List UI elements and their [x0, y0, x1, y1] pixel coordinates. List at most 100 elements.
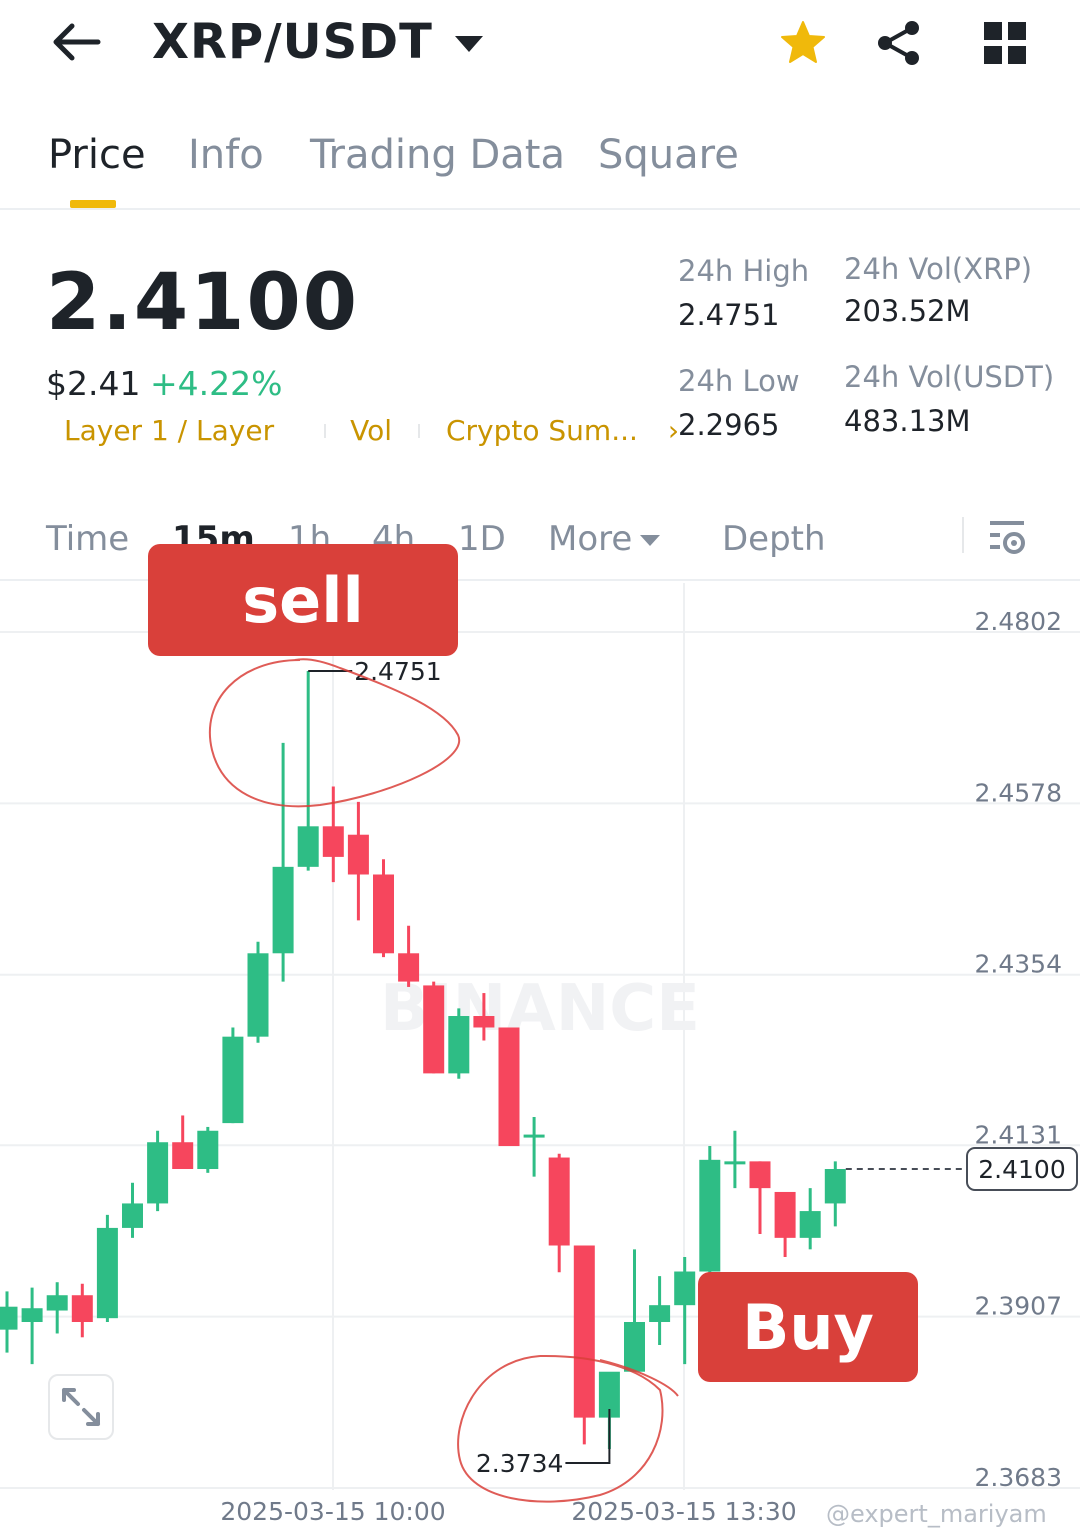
candle [122, 1182, 143, 1238]
star-icon[interactable] [778, 18, 828, 68]
candlestick-chart[interactable]: BINANCE2.48022.45782.43542.41312.39072.3… [0, 583, 1080, 1536]
y-tick-label: 2.4131 [975, 1120, 1062, 1149]
caret-down-icon [454, 36, 483, 52]
depth-tab[interactable]: Depth [722, 519, 826, 559]
candle [347, 801, 369, 921]
candle [147, 1130, 169, 1212]
candle-body [322, 826, 344, 857]
y-tick-label: 2.4354 [975, 950, 1062, 979]
interval-divider [962, 517, 964, 553]
candle-body [473, 1016, 495, 1028]
tab-square[interactable]: Square [598, 132, 739, 178]
low-marker-label: 2.3734 [476, 1449, 563, 1478]
price-change: +4.22% [150, 364, 283, 403]
top-bar: XRP/USDT [0, 0, 1080, 90]
more-caret-icon [640, 535, 660, 546]
tag-crypto-sum[interactable]: Crypto Sum... [446, 414, 638, 447]
buy-circle-mark [457, 1354, 679, 1503]
tag-vol[interactable]: Vol [350, 414, 392, 447]
candle [824, 1161, 846, 1227]
candle [197, 1126, 219, 1173]
high-value: 2.4751 [678, 298, 780, 332]
candle [624, 1249, 645, 1372]
x-tick-label: 2025-03-15 13:30 [571, 1497, 796, 1526]
buy-annotation: Buy [698, 1272, 918, 1382]
pair-selector[interactable]: XRP/USDT [152, 14, 483, 70]
last-price-label: 2.4100 [978, 1155, 1065, 1184]
candle-body [46, 1295, 68, 1311]
candle-body [272, 866, 294, 954]
tab-trading-data[interactable]: Trading Data [310, 132, 565, 178]
candle [0, 1291, 18, 1353]
candle-body [573, 1245, 595, 1418]
candle [423, 981, 445, 1074]
candle-body [423, 985, 445, 1074]
usd-price: $2.41 [46, 364, 141, 403]
candle-body [724, 1161, 746, 1165]
low-label: 24h Low [678, 364, 800, 398]
candle [222, 1027, 244, 1124]
candle [398, 925, 420, 987]
y-tick-label: 2.4578 [975, 778, 1062, 807]
x-tick-label: 2025-03-15 10:00 [220, 1497, 445, 1526]
candle-body [774, 1191, 796, 1238]
candle-body [96, 1227, 118, 1319]
y-tick-label: 2.3907 [975, 1292, 1062, 1321]
candle-body [347, 834, 369, 875]
candle-body [398, 953, 420, 982]
candle-body [799, 1211, 821, 1238]
interval-more[interactable]: More [548, 519, 632, 559]
vol-usdt-label: 24h Vol(USDT) [844, 360, 1055, 394]
vol-usdt-value: 483.13M [844, 404, 971, 438]
candle [573, 1245, 595, 1445]
candle-body [749, 1161, 771, 1189]
tag-divider [324, 423, 327, 438]
y-tick-label: 2.4802 [975, 607, 1062, 636]
expand-icon [62, 1388, 100, 1426]
candle [247, 941, 269, 1043]
candle [649, 1276, 671, 1345]
interval-time[interactable]: Time [46, 519, 129, 559]
back-arrow-icon[interactable] [48, 18, 104, 66]
tab-bar: Price Info Trading Data Square [0, 120, 1080, 210]
candle [724, 1130, 746, 1189]
sell-annotation: sell [148, 544, 458, 656]
y-tick-label: 2.3683 [975, 1463, 1062, 1492]
candle [21, 1287, 43, 1365]
candle-body [222, 1036, 244, 1124]
tab-price[interactable]: Price [48, 132, 146, 178]
candle-body [0, 1306, 18, 1330]
candle [774, 1191, 796, 1257]
grid-icon[interactable] [982, 20, 1028, 66]
expand-chart-button[interactable] [48, 1374, 114, 1440]
category-tags[interactable]: Layer 1 / Layer Vol Crypto Sum... › [64, 414, 679, 447]
candle [172, 1115, 194, 1170]
candle-body [21, 1308, 43, 1323]
candle [373, 859, 394, 958]
share-icon[interactable] [874, 18, 924, 68]
last-price: 2.4100 [46, 258, 359, 348]
low-value: 2.2965 [678, 408, 780, 442]
candle-body [624, 1322, 645, 1372]
tag-layer[interactable]: Layer 1 / Layer [64, 414, 274, 447]
tab-info[interactable]: Info [188, 132, 264, 178]
candle-body [523, 1134, 545, 1138]
candle [548, 1153, 570, 1273]
candle-body [674, 1271, 696, 1306]
vol-xrp-value: 203.52M [844, 294, 971, 328]
candle-body [498, 1027, 520, 1147]
candle-body [649, 1305, 671, 1323]
chart-settings-icon[interactable] [986, 515, 1030, 559]
candle-body [197, 1130, 219, 1170]
candle [674, 1256, 696, 1365]
candle [448, 1008, 470, 1079]
candle-body [448, 1016, 470, 1074]
candle [96, 1214, 118, 1323]
candle-body [373, 874, 394, 954]
candle-body [122, 1203, 143, 1228]
candle [749, 1161, 771, 1235]
candle [699, 1146, 721, 1280]
active-tab-indicator [70, 200, 116, 208]
candle [46, 1282, 68, 1334]
interval-1d[interactable]: 1D [458, 519, 506, 559]
